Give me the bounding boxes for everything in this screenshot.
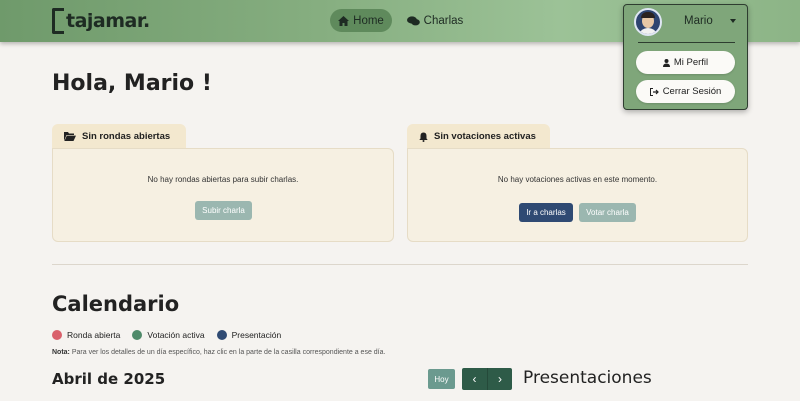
rounds-card-title: Sin rondas abiertas [82,131,171,142]
calendar-note: Nota: Para ver los detalles de un día es… [52,349,385,356]
presentations-title: Presentaciones [523,368,652,388]
prev-month-button[interactable]: ‹ [462,368,487,390]
avatar-hair [641,12,655,18]
bell-icon [419,132,428,142]
note-label: Nota: [52,349,70,356]
rounds-card-message: No hay rondas abiertas para subir charla… [147,175,299,184]
legend-item-presentacion: Presentación [216,330,282,340]
legend-dot-votacion [132,330,143,340]
votes-card-title: Sin votaciones activas [434,131,536,142]
nav-charlas-label: Charlas [423,14,464,27]
votes-card-tab: Sin votaciones activas [407,124,550,149]
user-name[interactable]: Mario [684,15,713,27]
legend-label-ronda: Ronda abierta [67,330,121,340]
rounds-card: No hay rondas abiertas para subir charla… [52,148,394,242]
go-to-talks-button[interactable]: Ir a charlas [519,203,573,222]
profile-button-label: Mi Perfil [673,57,709,68]
user-icon [662,58,670,67]
profile-button[interactable]: Mi Perfil [636,51,735,74]
nav-home[interactable]: Home [330,9,392,32]
upload-talk-button[interactable]: Subir charla [195,201,252,220]
votes-card: No hay votaciones activas en este moment… [407,148,748,242]
votes-card-message: No hay votaciones activas en este moment… [497,175,658,184]
nav-home-label: Home [353,14,384,27]
calendar-month-title: Abril de 2025 [52,370,166,388]
chevron-down-icon[interactable] [730,19,736,23]
next-month-button[interactable]: › [487,368,512,390]
logo-text: tajamar. [66,10,150,32]
today-button[interactable]: Hoy [428,369,455,389]
logout-icon [649,87,659,96]
tajamar-logo[interactable]: tajamar. [52,7,150,35]
chat-bubbles-icon [406,15,420,25]
avatar-body [638,28,658,34]
home-icon [338,15,350,26]
calendar-title: Calendario [52,292,180,316]
user-dropdown-panel: Mario Mi Perfil Cerrar Sesión [623,4,748,110]
legend-item-votacion: Votación activa [132,330,205,340]
legend-label-votacion: Votación activa [147,330,205,340]
dropdown-divider [638,42,735,43]
folder-open-icon [64,132,76,141]
legend-item-ronda: Ronda abierta [52,330,120,340]
chevron-right-icon: › [498,372,502,386]
legend-label-presentacion: Presentación [231,330,282,340]
legend-dot-presentacion [216,330,227,340]
page-greeting: Hola, Mario ! [52,71,212,96]
rounds-card-tab: Sin rondas abiertas [52,124,186,149]
section-divider [52,264,748,265]
note-text: Para ver los detalles de un día específi… [69,349,386,356]
vote-talk-button[interactable]: Votar charla [579,203,636,222]
chevron-left-icon: ‹ [472,372,477,386]
nav-charlas[interactable]: Charlas [404,9,466,32]
legend-dot-ronda [52,330,62,340]
calendar-legend: Ronda abierta Votación activa Presentaci… [52,330,281,340]
logo-bracket-icon [52,8,64,34]
avatar[interactable] [634,8,662,36]
logout-button-label: Cerrar Sesión [662,86,722,97]
logout-button[interactable]: Cerrar Sesión [636,80,735,103]
